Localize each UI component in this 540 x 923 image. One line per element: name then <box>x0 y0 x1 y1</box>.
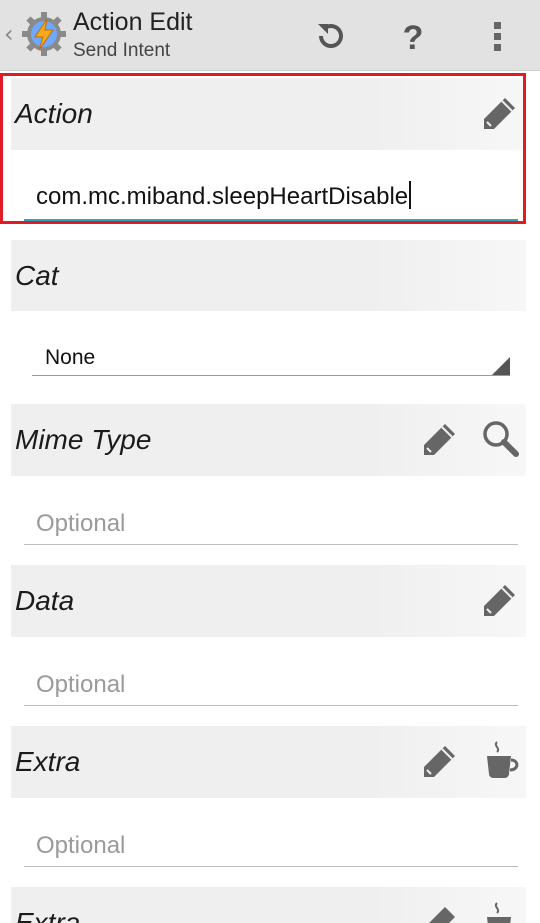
extra-label: Extra <box>15 746 81 777</box>
mime-type-placeholder: Optional <box>36 510 126 537</box>
cat-label: Cat <box>15 260 59 291</box>
highlight-box <box>0 73 526 224</box>
extra-input[interactable]: Optional <box>24 822 518 867</box>
pencil-icon[interactable] <box>419 742 459 782</box>
svg-text:?: ? <box>403 19 424 54</box>
app-bar: ‹ Action Edit Send Intent ? <box>0 0 540 71</box>
search-icon[interactable] <box>480 418 520 458</box>
data-input[interactable]: Optional <box>24 661 518 706</box>
extra-header: Extra <box>11 726 526 798</box>
refresh-icon[interactable] <box>312 18 348 54</box>
extra-placeholder: Optional <box>36 832 126 859</box>
extra2-header: Extra <box>11 887 526 923</box>
overflow-menu-icon[interactable] <box>480 18 516 54</box>
tasker-app-icon[interactable] <box>20 10 68 58</box>
mime-type-label: Mime Type <box>15 424 152 455</box>
app-bar-title: Action Edit <box>73 8 193 36</box>
data-header: Data <box>11 565 526 637</box>
cat-header: Cat <box>11 240 526 311</box>
pencil-icon[interactable] <box>419 420 459 460</box>
coffee-cup-icon[interactable] <box>483 901 523 923</box>
data-placeholder: Optional <box>36 671 126 698</box>
app-bar-subtitle: Send Intent <box>73 40 171 61</box>
pencil-icon[interactable] <box>479 581 519 621</box>
cat-dropdown[interactable]: None <box>32 340 510 376</box>
pencil-icon[interactable] <box>419 903 459 923</box>
cat-dropdown-value: None <box>45 346 96 369</box>
data-label: Data <box>15 585 75 616</box>
back-chevron-icon[interactable]: ‹ <box>4 20 14 48</box>
mime-type-header: Mime Type <box>11 404 526 476</box>
coffee-cup-icon[interactable] <box>483 740 523 780</box>
mime-type-input[interactable]: Optional <box>24 500 518 545</box>
dropdown-arrow-icon <box>492 357 510 375</box>
help-icon[interactable]: ? <box>395 18 431 54</box>
extra2-label: Extra <box>15 907 81 923</box>
